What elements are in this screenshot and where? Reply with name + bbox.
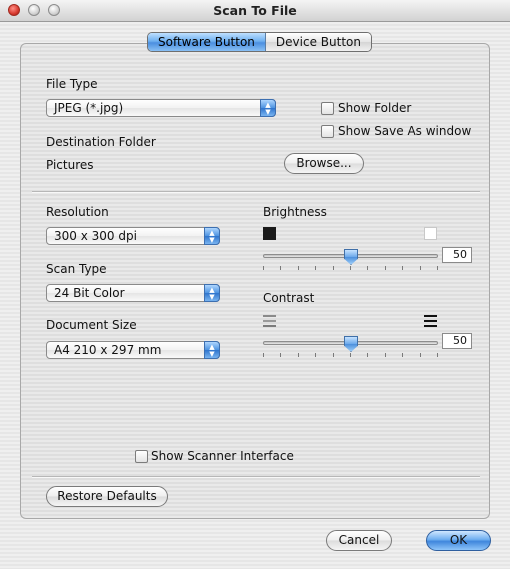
file-type-select[interactable]: JPEG (*.jpg) ▲ ▼ [46,99,276,117]
slider-tick [280,353,281,357]
slider-tick [333,353,334,357]
slider-tick [437,266,438,270]
light-square-icon [424,227,437,240]
tab-software-button[interactable]: Software Button [148,33,266,51]
scan-type-select[interactable]: 24 Bit Color ▲ ▼ [46,284,220,302]
show-scanner-interface-label: Show Scanner Interface [151,449,294,463]
tab-bar: Software Button Device Button [147,32,372,52]
cancel-button[interactable]: Cancel [326,530,392,551]
slider-tick [367,266,368,270]
brightness-label: Brightness [263,205,327,219]
browse-button[interactable]: Browse... [284,153,364,174]
popup-arrows-icon: ▲ ▼ [204,341,220,359]
resolution-label: Resolution [46,205,109,219]
slider-tick [402,266,403,270]
slider-tick [385,353,386,357]
destination-folder-value: Pictures [46,158,94,172]
window-title: Scan To File [213,3,297,18]
scan-type-value: 24 Bit Color [54,286,125,300]
document-size-select[interactable]: A4 210 x 297 mm ▲ ▼ [46,341,220,359]
high-contrast-icon [424,315,437,327]
slider-tick [367,353,368,357]
slider-tick [315,266,316,270]
document-size-label: Document Size [46,318,137,332]
resolution-value: 300 x 300 dpi [54,229,137,243]
slider-tick [333,266,334,270]
restore-defaults-button[interactable]: Restore Defaults [46,486,168,507]
slider-tick [437,353,438,357]
show-save-as-checkbox[interactable] [321,125,334,138]
file-type-label: File Type [46,77,98,91]
slider-tick [350,266,351,270]
file-type-value: JPEG (*.jpg) [54,101,124,115]
slider-tick [280,266,281,270]
show-folder-checkbox[interactable] [321,102,334,115]
show-folder-label: Show Folder [338,101,412,115]
popup-arrows-icon: ▲ ▼ [204,284,220,302]
divider [32,476,480,477]
brightness-value-field[interactable]: 50 [442,247,472,263]
dark-square-icon [263,227,276,240]
slider-tick [402,353,403,357]
divider [32,191,480,192]
slider-tick [263,266,264,270]
slider-tick [420,266,421,270]
destination-folder-label: Destination Folder [46,135,156,149]
ok-button[interactable]: OK [426,530,491,551]
brightness-ticks [263,266,438,270]
resolution-select[interactable]: 300 x 300 dpi ▲ ▼ [46,227,220,245]
tab-device-button[interactable]: Device Button [265,33,371,51]
slider-tick [315,353,316,357]
popup-arrows-icon: ▲ ▼ [260,99,276,117]
contrast-label: Contrast [263,291,315,305]
slider-tick [298,353,299,357]
scan-type-label: Scan Type [46,262,107,276]
slider-tick [420,353,421,357]
document-size-value: A4 210 x 297 mm [54,343,162,357]
slider-tick [263,353,264,357]
slider-tick [350,353,351,357]
low-contrast-icon [263,315,276,327]
contrast-value-field[interactable]: 50 [442,333,472,349]
slider-tick [385,266,386,270]
show-scanner-interface-checkbox[interactable] [135,450,148,463]
slider-tick [298,266,299,270]
contrast-ticks [263,353,438,357]
show-save-as-label: Show Save As window [338,124,472,138]
popup-arrows-icon: ▲ ▼ [204,227,220,245]
